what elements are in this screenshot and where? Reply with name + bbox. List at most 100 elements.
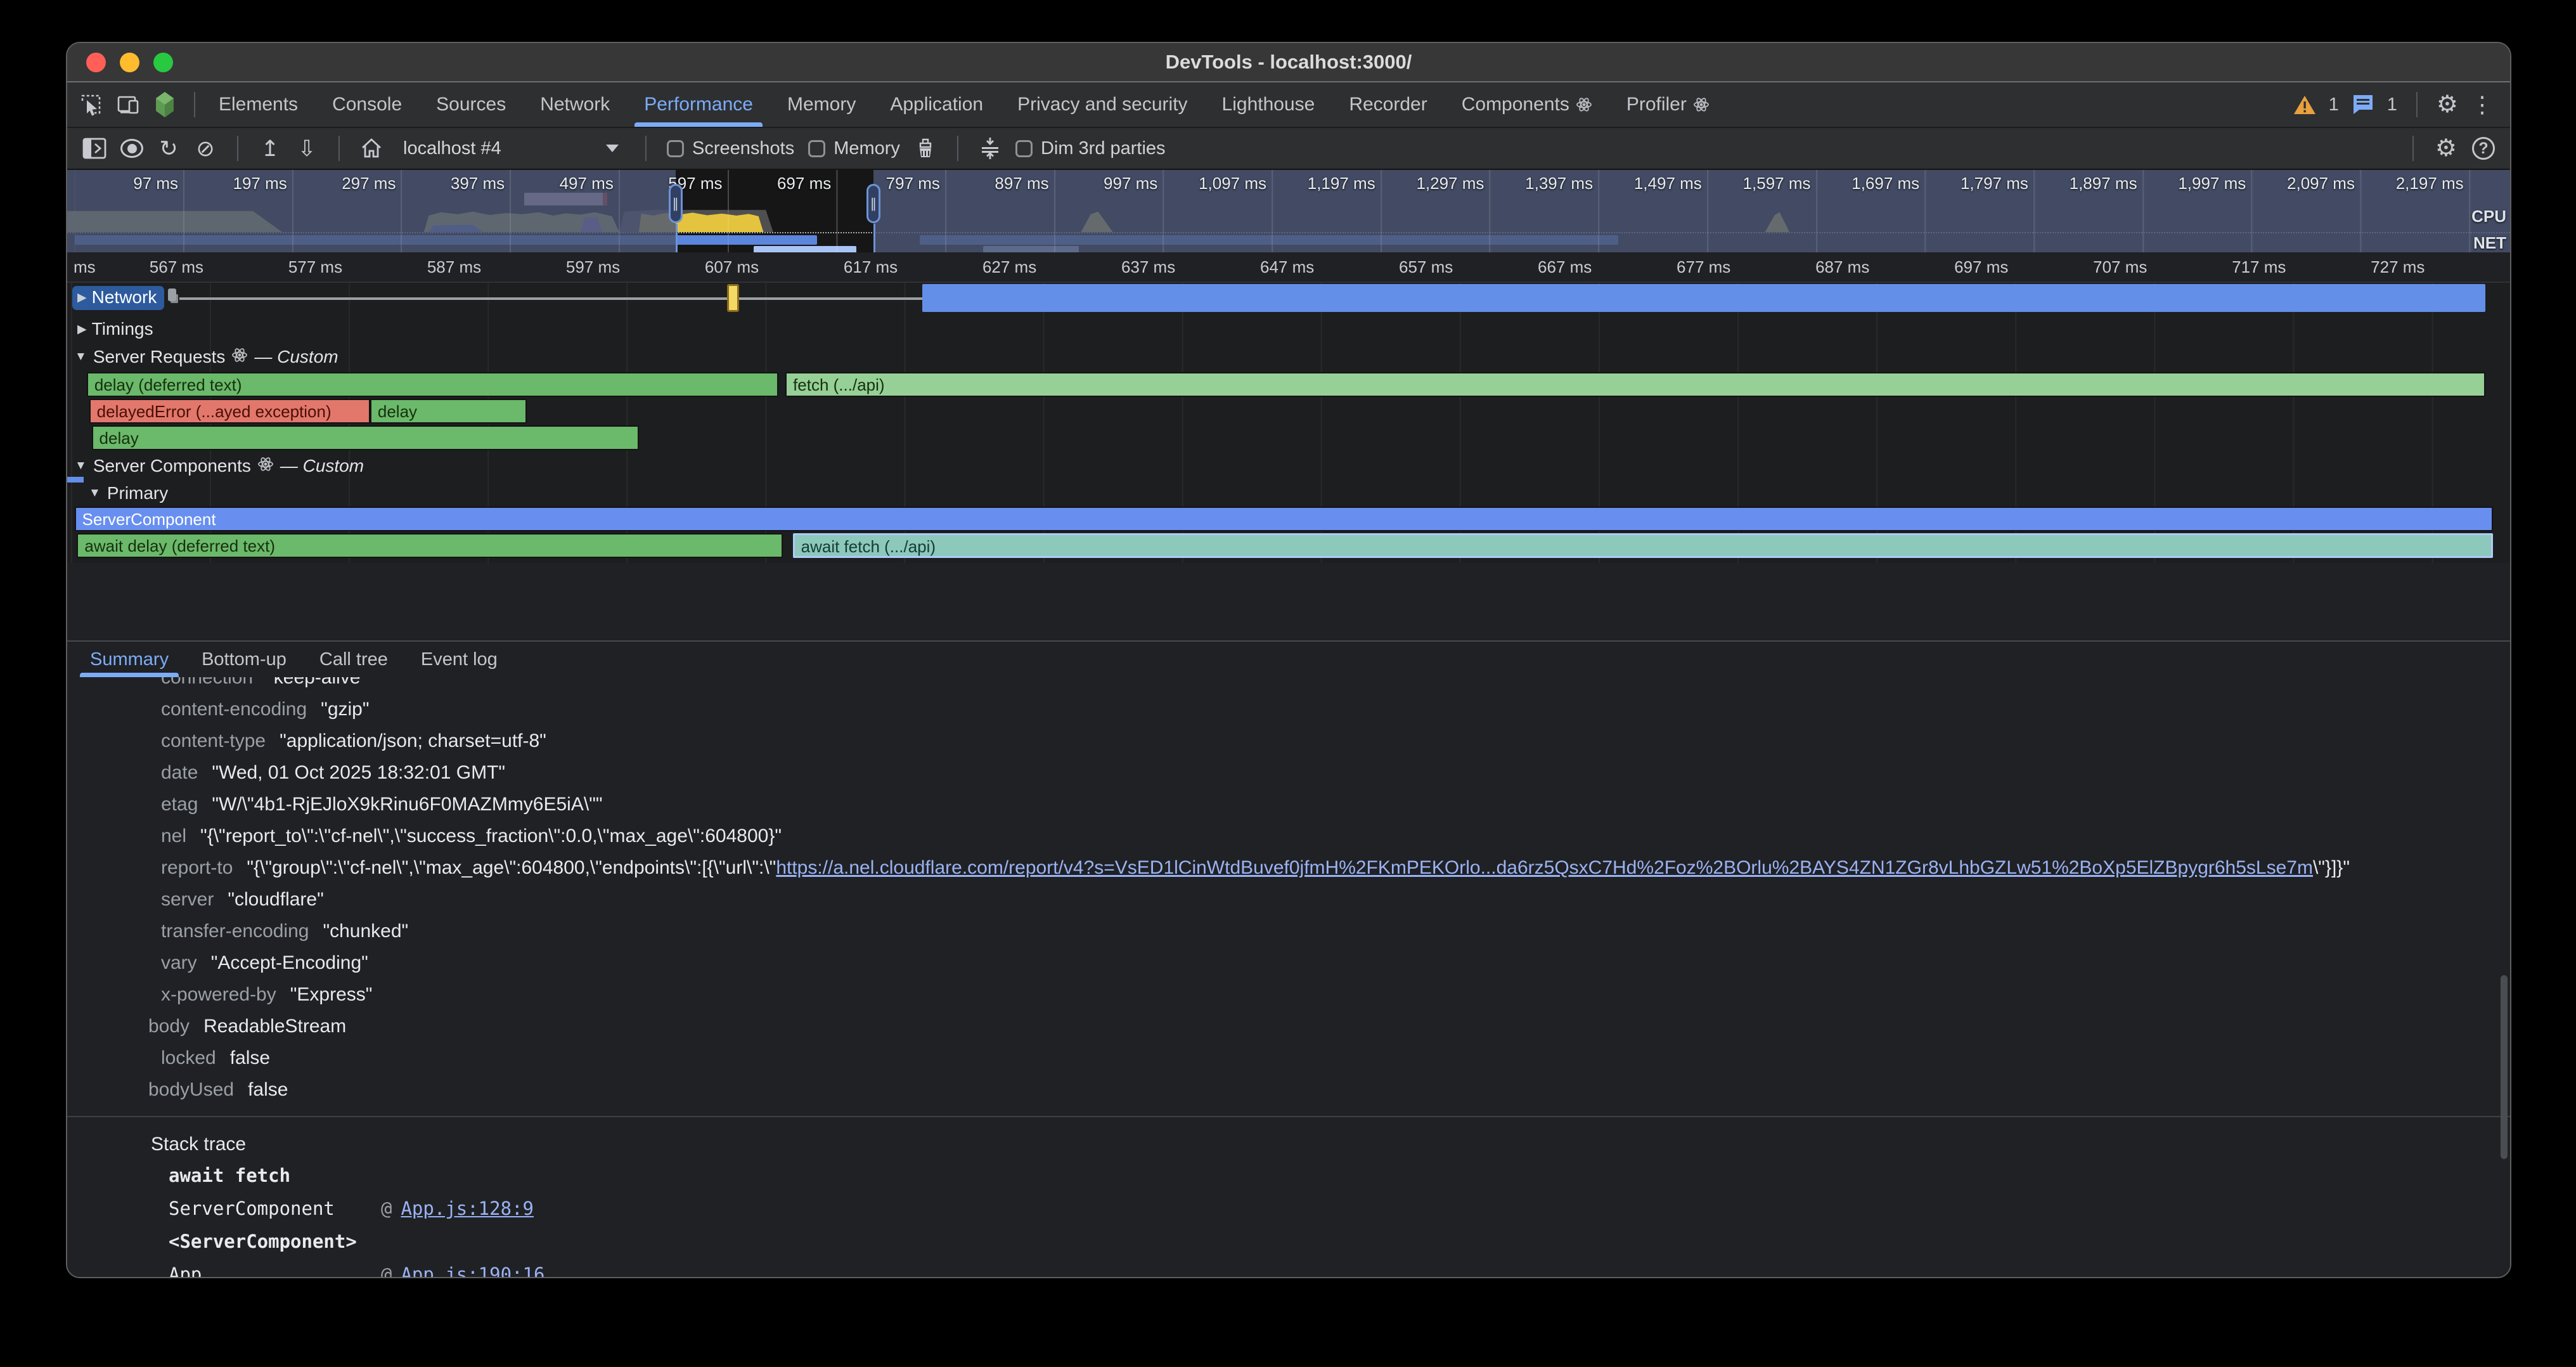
collapse-tracks-icon[interactable] <box>979 136 1001 160</box>
timeline-overview[interactable]: 97 ms197 ms297 ms397 ms497 ms597 ms697 m… <box>67 170 2510 252</box>
disclosure-arrow-icon[interactable]: ▼ <box>75 350 87 364</box>
more-options-icon[interactable]: ⋮ <box>2471 91 2494 118</box>
header-row-date: date"Wed, 01 Oct 2025 18:32:01 GMT" <box>67 757 2510 789</box>
disclosure-arrow-icon[interactable]: ▶ <box>77 322 87 337</box>
overview-tick-label: 1,897 ms <box>2042 174 2137 193</box>
tab-event-log[interactable]: Event log <box>404 642 514 677</box>
toggle-sidebar-icon[interactable] <box>82 138 106 159</box>
warnings-icon[interactable] <box>2293 94 2316 115</box>
checkbox-box[interactable] <box>1015 140 1033 157</box>
overview-tick-line <box>1489 170 1490 252</box>
track-row: delay (deferred text) fetch (.../api) <box>67 372 2510 398</box>
scrollbar-thumb[interactable] <box>2501 975 2508 1159</box>
tab-components[interactable]: Components <box>1445 82 1609 127</box>
network-request-bar[interactable] <box>922 284 2486 312</box>
selection-handle-right[interactable]: ∥ <box>866 184 880 223</box>
track-row: delay <box>67 425 2510 451</box>
primary-group-header[interactable]: ▼ Primary <box>67 481 2510 506</box>
source-location-link[interactable]: App.js:190:16 <box>401 1264 544 1277</box>
ruler-tick-label: 727 ms <box>2323 257 2425 277</box>
overview-tick-line <box>728 170 729 252</box>
selection-handle-left[interactable]: ∥ <box>669 184 683 223</box>
download-profile-icon[interactable]: ⇩ <box>295 138 318 160</box>
network-track-label[interactable]: ▶ Network <box>72 286 164 310</box>
checkbox-box[interactable] <box>667 140 684 157</box>
memory-checkbox[interactable]: Memory <box>808 138 900 159</box>
timeline-bar-delayederror-ayed-exception[interactable]: delayedError (...ayed exception) <box>89 399 370 424</box>
timeline-bar-fetch-api[interactable]: fetch (.../api) <box>785 372 2485 397</box>
header-row-report-to: report-to"{\"group\":\"cf-nel\",\"max_ag… <box>67 852 2510 884</box>
track-row: delayedError (...ayed exception)delay <box>67 398 2510 425</box>
timings-track-label[interactable]: ▶ Timings <box>72 318 161 342</box>
checkbox-box[interactable] <box>808 140 825 157</box>
issues-icon[interactable] <box>2352 94 2374 115</box>
network-selected-event[interactable] <box>727 284 739 312</box>
summary-content: connection"keep-alive"content-encoding"g… <box>67 677 2510 1277</box>
report-url-link[interactable]: https://a.nel.cloudflare.com/report/v4?s… <box>776 857 2313 878</box>
overview-tick-line <box>2469 170 2470 252</box>
overview-tick-label: 2,097 ms <box>2260 174 2355 193</box>
clear-button[interactable]: ⊘ <box>194 138 217 160</box>
disclosure-arrow-icon[interactable]: ▼ <box>75 459 87 473</box>
history-select[interactable]: localhost #4 <box>397 134 625 163</box>
tab-network[interactable]: Network <box>523 82 627 127</box>
record-button[interactable] <box>120 139 143 158</box>
extension-gem-icon[interactable] <box>152 91 177 119</box>
react-atom-icon <box>1693 96 1710 113</box>
overview-tick-label: 897 ms <box>954 174 1049 193</box>
settings-gear-icon[interactable]: ⚙ <box>2437 93 2458 117</box>
server-components-track-header[interactable]: ▼ Server Components — Custom <box>67 451 2510 481</box>
device-toolbar-icon[interactable] <box>115 92 141 117</box>
tab-sources[interactable]: Sources <box>419 82 523 127</box>
tab-performance[interactable]: Performance <box>627 82 770 127</box>
issues-count: 1 <box>2387 94 2397 115</box>
timings-track[interactable]: ▶ Timings <box>67 314 2510 342</box>
disclosure-arrow-icon[interactable]: ▼ <box>89 486 101 500</box>
tab-call-tree[interactable]: Call tree <box>303 642 404 677</box>
overview-tick-line <box>1924 170 1926 252</box>
timeline-bar-await-fetch-api[interactable]: await fetch (.../api) <box>793 533 2493 558</box>
network-track[interactable]: ▶ Network <box>67 283 2510 314</box>
help-icon[interactable]: ? <box>2472 137 2495 160</box>
tab-lighthouse[interactable]: Lighthouse <box>1205 82 1332 127</box>
disclosure-arrow-icon[interactable]: ▶ <box>77 290 87 305</box>
garbage-collect-icon[interactable] <box>914 137 937 160</box>
screenshots-checkbox[interactable]: Screenshots <box>667 138 794 159</box>
header-value: "keep-alive" <box>267 677 367 689</box>
timeline-bar-delay-deferred-text[interactable]: delay (deferred text) <box>87 372 778 397</box>
upload-profile-icon[interactable]: ↥ <box>259 138 281 160</box>
timeline-bar-await-delay-deferred-text[interactable]: await delay (deferred text) <box>77 533 783 558</box>
tab-summary[interactable]: Summary <box>74 642 185 677</box>
reload-and-record-button[interactable]: ↻ <box>157 138 180 160</box>
ruler-tick-label: 707 ms <box>2045 257 2147 277</box>
inspect-element-icon[interactable] <box>79 92 104 117</box>
timeline-bar-delay[interactable]: delay <box>370 399 527 424</box>
tab-privacy-and-security[interactable]: Privacy and security <box>1000 82 1204 127</box>
header-value: "{\"group\":\"cf-nel\",\"max_age\":60480… <box>247 857 2350 879</box>
tab-elements[interactable]: Elements <box>202 82 315 127</box>
tab-recorder[interactable]: Recorder <box>1332 82 1444 127</box>
header-value: "Express" <box>290 984 373 1006</box>
tab-console[interactable]: Console <box>315 82 419 127</box>
tab-memory[interactable]: Memory <box>770 82 873 127</box>
divider <box>957 136 958 161</box>
overview-tick-label: 197 ms <box>192 174 287 193</box>
timeline-bar-servercomponent[interactable]: ServerComponent <box>75 507 2493 531</box>
source-location-link[interactable]: App.js:128:9 <box>401 1198 534 1219</box>
dim-3rd-parties-checkbox[interactable]: Dim 3rd parties <box>1015 138 1166 159</box>
timeline-bar-delay[interactable]: delay <box>92 425 639 450</box>
ruler-tick-label: 577 ms <box>241 257 342 277</box>
overview-tick-label: 2,197 ms <box>2369 174 2464 193</box>
overview-tick-label: 297 ms <box>300 174 396 193</box>
tab-application[interactable]: Application <box>873 82 1000 127</box>
tab-bottom-up[interactable]: Bottom-up <box>185 642 303 677</box>
ruler-tick-label: 597 ms <box>518 257 620 277</box>
header-row-body: bodyReadableStream <box>67 1011 2510 1042</box>
capture-settings-gear-icon[interactable]: ⚙ <box>2435 136 2457 160</box>
home-icon[interactable] <box>360 137 383 160</box>
server-requests-track-header[interactable]: ▼ Server Requests — Custom <box>67 342 2510 372</box>
overview-tick-line <box>945 170 946 252</box>
overview-tick-label: 1,297 ms <box>1389 174 1484 193</box>
header-key: body <box>148 1016 190 1037</box>
tab-profiler[interactable]: Profiler <box>1609 82 1727 127</box>
